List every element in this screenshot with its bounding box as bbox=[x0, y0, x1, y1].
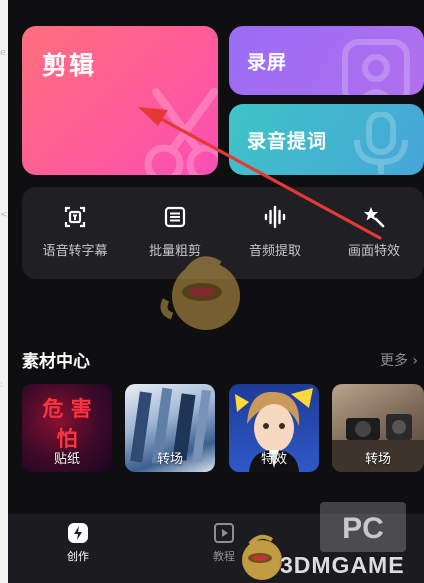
screen-record-card[interactable]: 录屏 bbox=[229, 26, 424, 95]
material-transition-2[interactable]: 转场 bbox=[332, 384, 424, 472]
material-label: 特效 bbox=[260, 452, 287, 467]
pc-logo-icon: PC bbox=[320, 502, 406, 552]
tool-visual-effects[interactable]: 画面特效 bbox=[324, 205, 424, 259]
svg-text:PC: PC bbox=[342, 512, 384, 545]
subtitle-icon bbox=[64, 206, 86, 228]
sticker-art-text: 危 害怕 bbox=[42, 397, 92, 451]
scissors-icon bbox=[144, 88, 218, 175]
camera-record-icon bbox=[342, 39, 410, 95]
material-label: 转场 bbox=[156, 452, 183, 467]
left-edge-strip: e < : bbox=[0, 0, 8, 583]
3dmgame-watermark: PC 3DMGAME bbox=[236, 500, 424, 583]
magic-wand-icon bbox=[364, 207, 385, 228]
teleprompter-title: 录音提词 bbox=[247, 130, 328, 152]
tool-label: 画面特效 bbox=[347, 244, 400, 259]
more-link[interactable]: 更多 › bbox=[380, 350, 418, 370]
app-screen: 剪辑 录屏 录音提词 语音转字幕 批量粗剪 音频提取 画面特效 素材中心 更多 … bbox=[8, 0, 424, 583]
tool-label: 语音转字幕 bbox=[42, 244, 108, 259]
teleprompter-card[interactable]: 录音提词 bbox=[229, 104, 424, 175]
3dmgame-mascot-icon bbox=[242, 534, 282, 580]
material-transition-1[interactable]: 转场 bbox=[125, 384, 215, 472]
list-icon bbox=[164, 206, 186, 228]
chevron-right-icon: › bbox=[407, 353, 418, 369]
material-center-title: 素材中心 bbox=[22, 352, 90, 372]
microphone-icon bbox=[354, 112, 408, 174]
waveform-icon bbox=[264, 205, 286, 229]
material-effect[interactable]: 特效 bbox=[229, 384, 319, 472]
screen-record-title: 录屏 bbox=[247, 51, 288, 73]
watermark-brand-text: 3DMGAME bbox=[280, 552, 405, 578]
material-label: 转场 bbox=[364, 452, 391, 467]
video-play-icon bbox=[214, 523, 234, 543]
material-sticker[interactable]: 危 害怕 贴纸 bbox=[22, 384, 112, 472]
material-label: 贴纸 bbox=[53, 452, 80, 467]
tab-label: 创作 bbox=[67, 550, 89, 563]
mascot-watermark-icon bbox=[160, 256, 240, 330]
tab-create[interactable]: 创作 bbox=[48, 522, 108, 564]
edit-card-title: 剪辑 bbox=[42, 51, 97, 80]
tool-speech-to-subtitle[interactable]: 语音转字幕 bbox=[25, 205, 125, 259]
lightning-icon bbox=[68, 523, 88, 543]
edit-card[interactable]: 剪辑 bbox=[22, 26, 218, 175]
